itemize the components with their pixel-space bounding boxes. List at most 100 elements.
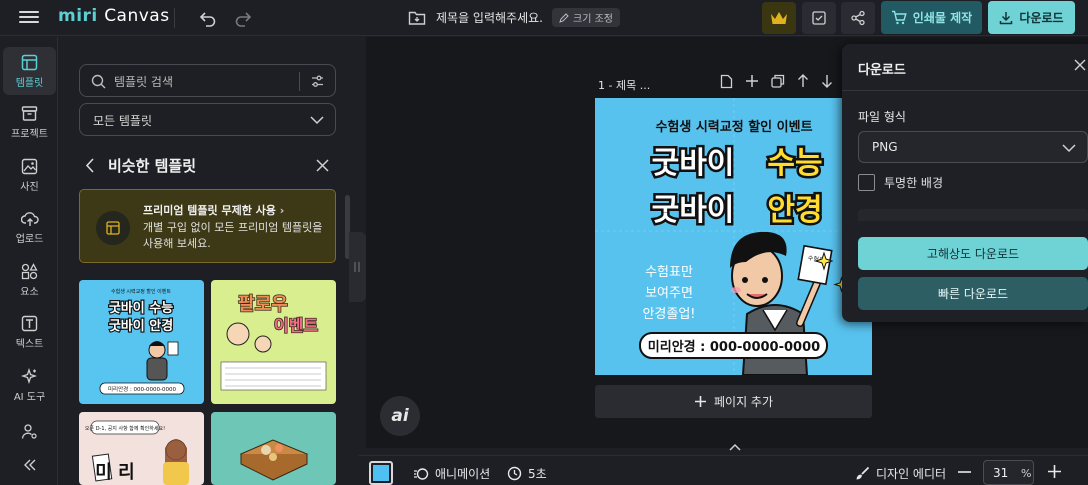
design-page[interactable]: 수험생 시력교정 할인 이벤트 굿바이 수능 굿바이 안경 수험표만 보여주면 … [595, 98, 872, 375]
rail-item-templates[interactable]: 템플릿 [3, 47, 56, 95]
download-button[interactable]: 다운로드 [988, 1, 1075, 34]
back-chevron-icon[interactable] [85, 158, 95, 173]
crown-icon [771, 12, 787, 24]
rail-label: 템플릿 [15, 77, 44, 89]
zoom-in-icon[interactable] [1048, 465, 1061, 478]
logo[interactable]: miri Canvas [58, 6, 170, 26]
redo-icon[interactable] [233, 8, 253, 28]
zoom-value: 31 [993, 466, 1009, 480]
template-thumbnail[interactable]: 수험생 시력교정 할인 이벤트 굿바이 수능 굿바이 안경 미리안경 : 000… [79, 280, 204, 404]
undo-icon[interactable] [198, 8, 218, 28]
panel-resize-handle[interactable] [349, 232, 366, 302]
close-icon[interactable] [1074, 59, 1086, 71]
rail-label: 사진 [20, 181, 39, 193]
file-format-value: PNG [872, 140, 898, 154]
plus-icon [694, 396, 706, 407]
rail-item-ai-tools[interactable]: AI 도구 [3, 361, 56, 409]
document-title[interactable]: 제목을 입력해주세요. [436, 9, 543, 26]
transparent-background-option[interactable]: 투명한 배경 [858, 174, 943, 191]
rail-item-upload[interactable]: 업로드 [3, 204, 56, 252]
promo-description: 개별 구입 없이 모든 프리미엄 템플릿을 사용해 보세요. [143, 221, 323, 250]
premium-promo[interactable]: 프리미엄 템플릿 무제한 사용 › 개별 구입 없이 모든 프리미엄 템플릿을 … [79, 189, 336, 263]
rail-label: 텍스트 [15, 338, 44, 350]
file-format-select[interactable]: PNG [858, 131, 1088, 163]
animation-label: 애니메이션 [435, 467, 491, 481]
add-icon[interactable] [745, 74, 759, 88]
zoom-input[interactable]: 31 % [983, 460, 1034, 485]
design-headline-2b[interactable]: 안경 [765, 191, 825, 231]
template-search[interactable]: 템플릿 검색 [79, 64, 336, 97]
design-side-text-3[interactable]: 안경졸업! [642, 307, 695, 322]
elements-icon [21, 262, 38, 279]
rail-item-projects[interactable]: 프로젝트 [3, 98, 56, 146]
grip-icon [354, 262, 360, 272]
template-icon [21, 54, 38, 70]
rail-item-photos[interactable]: 사진 [3, 151, 56, 199]
folder-icon[interactable] [407, 8, 427, 28]
cart-icon [891, 10, 907, 25]
duplicate-icon[interactable] [771, 74, 785, 88]
page-title[interactable]: 1 - 제목 ... [598, 77, 650, 93]
design-subtitle[interactable]: 수험생 시력교정 할인 이벤트 [655, 119, 812, 135]
ai-assistant-button[interactable]: ai [380, 396, 420, 436]
similar-title: 비슷한 템플릿 [108, 157, 197, 175]
collapse-rail-button[interactable] [3, 441, 56, 485]
design-headline-2a[interactable]: 굿바이 [649, 191, 737, 231]
design-phone[interactable]: 미리안경 : 000-0000-0000 [648, 339, 820, 355]
save-button[interactable] [802, 2, 836, 34]
ai-tools-icon [21, 367, 38, 384]
rail-label: AI 도구 [13, 391, 46, 403]
design-headline-1a[interactable]: 굿바이 [649, 144, 737, 184]
divider [842, 90, 1088, 91]
premium-crown-button[interactable] [762, 2, 796, 34]
template-thumbnail[interactable]: 오픈 D-1, 공지 사항 함께 확인하세요! 미 리 [79, 412, 204, 485]
add-page-button[interactable]: 페이지 추가 [595, 385, 872, 418]
filter-icon[interactable] [311, 75, 324, 88]
design-headline-1b[interactable]: 수능 [765, 144, 825, 184]
share-button[interactable] [841, 2, 875, 34]
user-settings-icon [21, 423, 37, 439]
expand-pages-icon[interactable] [722, 440, 748, 455]
share-icon [851, 10, 865, 26]
save-icon [812, 11, 826, 25]
resize-label: 크기 조정 [573, 14, 613, 25]
template-icon [96, 211, 130, 245]
divider [299, 72, 300, 91]
arrow-down-icon[interactable] [821, 74, 833, 88]
template-panel: 템플릿 검색 모든 템플릿 비슷한 템플릿 프리미엄 템플릿 무제한 사용 › … [59, 37, 355, 485]
arrow-up-icon[interactable] [797, 74, 809, 88]
rail-item-elements[interactable]: 요소 [3, 256, 56, 304]
template-thumbnail[interactable]: 팔로우 이벤트 [211, 280, 336, 404]
animation-icon [414, 467, 429, 480]
background-color-swatch[interactable] [369, 461, 393, 485]
duration-label: 5초 [528, 467, 547, 481]
top-bar: miri Canvas 제목을 입력해주세요. 크기 조정 인쇄물 제작 다운로… [0, 0, 1088, 36]
hq-download-button[interactable]: 고해상도 다운로드 [858, 237, 1088, 270]
print-product-button[interactable]: 인쇄물 제작 [881, 1, 982, 34]
chevron-down-icon [1062, 144, 1076, 153]
design-side-text-2[interactable]: 보여주면 [645, 286, 693, 301]
template-thumbnail[interactable] [211, 412, 336, 485]
design-editor-button[interactable]: 디자인 에디터 [855, 465, 946, 482]
logo-sub: Canvas [104, 6, 170, 26]
rail-item-text[interactable]: 텍스트 [3, 308, 56, 356]
zoom-out-icon[interactable] [958, 471, 971, 473]
thumb-subtitle: 오픈 D-1, 공지 사항 함께 확인하세요! [85, 425, 165, 432]
brush-icon [856, 466, 870, 480]
transparent-background-checkbox[interactable] [858, 174, 875, 191]
thumb-phone: 미리안경 : 000-0000-0000 [108, 385, 177, 393]
add-page-label: 페이지 추가 [713, 395, 773, 409]
fast-download-button[interactable]: 빠른 다운로드 [858, 277, 1088, 310]
thumb-headline: 미 리 [95, 462, 134, 483]
menu-icon[interactable] [19, 8, 39, 28]
design-side-text-1[interactable]: 수험표만 [645, 265, 693, 280]
resize-button[interactable]: 크기 조정 [552, 8, 620, 27]
page-toolbar [720, 74, 833, 89]
duration-button[interactable]: 5초 [507, 465, 547, 482]
page-note-icon[interactable] [720, 74, 733, 89]
close-icon[interactable] [316, 159, 329, 172]
search-input[interactable]: 템플릿 검색 [114, 73, 173, 90]
animation-button[interactable]: 애니메이션 [413, 465, 490, 482]
download-panel: 다운로드 파일 형식 PNG 투명한 배경 고해상도 다운로드 빠른 다운로드 [842, 44, 1088, 322]
category-select[interactable]: 모든 템플릿 [79, 103, 336, 136]
